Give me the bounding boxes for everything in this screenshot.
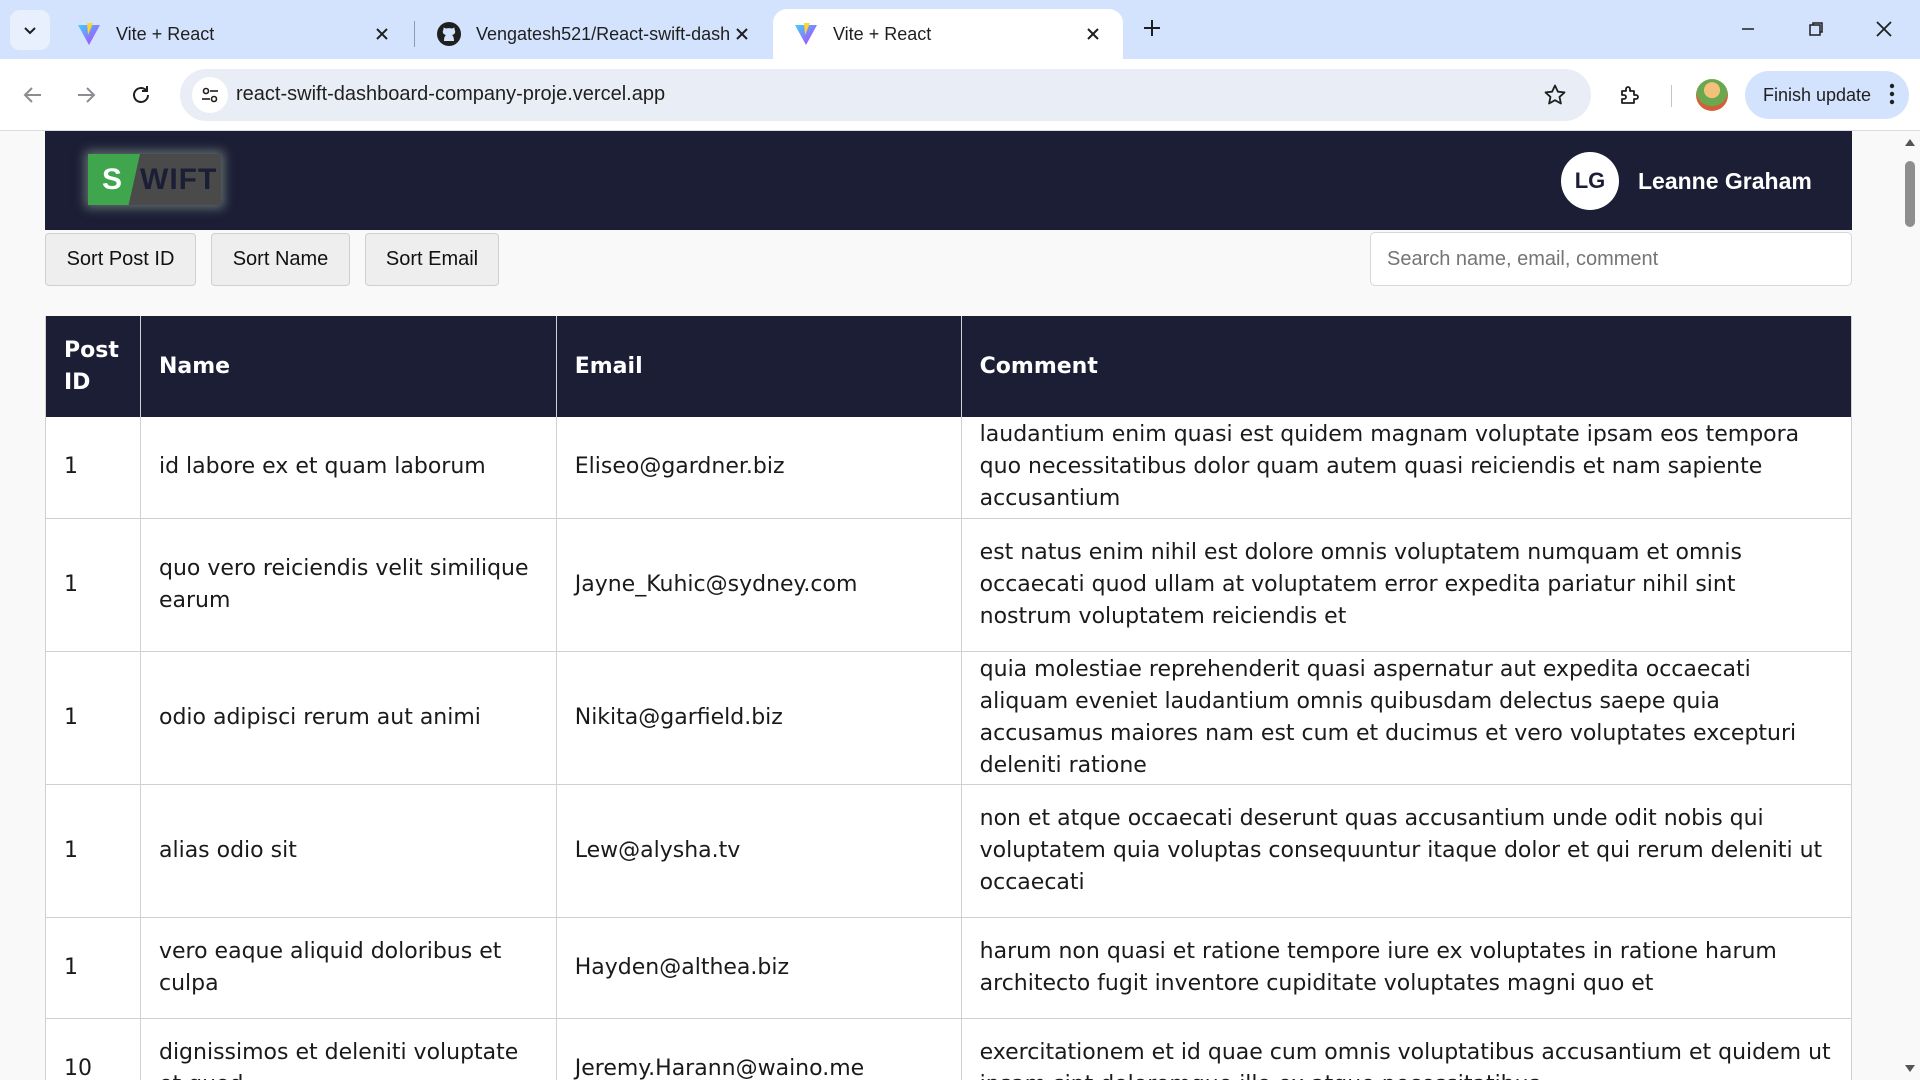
tab-title: Vite + React [116, 23, 215, 44]
cell-email: Jeremy.Harann@waino.me [556, 1018, 962, 1080]
close-icon [1876, 21, 1892, 37]
tab-divider [414, 21, 415, 47]
cell-comment: laudantium enim quasi est quidem magnam … [961, 417, 1853, 519]
cell-comment: est natus enim nihil est dolore omnis vo… [961, 518, 1853, 652]
user-name[interactable]: Leanne Graham [1638, 168, 1812, 195]
sort-name-button[interactable]: Sort Name [211, 233, 350, 286]
app-header: S WIFT LG Leanne Graham [45, 131, 1852, 230]
restore-button[interactable] [1786, 6, 1846, 52]
url-text: react-swift-dashboard-company-proje.verc… [236, 83, 666, 105]
browser-tab-strip: Vite + React Vengatesh521/React-swift-da… [0, 0, 1920, 59]
browser-tab-1[interactable]: Vite + React [56, 9, 412, 59]
github-icon [437, 22, 461, 46]
vite-icon [795, 23, 817, 45]
close-tab-icon[interactable] [370, 22, 394, 46]
table-row: 1 odio adipisci rerum aut animi Nikita@g… [45, 651, 1853, 785]
column-header-comment: Comment [961, 316, 1853, 417]
browser-tab-2[interactable]: Vengatesh521/React-swift-dashboard [416, 9, 772, 59]
cell-email: Lew@alysha.tv [556, 784, 962, 918]
toolbar-divider [1671, 85, 1672, 107]
column-header-post-id: Post ID [45, 316, 141, 417]
cell-comment: harum non quasi et ratione tempore iure … [961, 917, 1853, 1019]
scrollbar-thumb[interactable] [1905, 161, 1915, 227]
forward-button[interactable] [68, 77, 104, 113]
cell-email: Hayden@althea.biz [556, 917, 962, 1019]
tab-search-button[interactable] [10, 10, 50, 50]
close-tab-icon[interactable] [1081, 22, 1105, 46]
logo-letter-s: S [88, 154, 140, 205]
comments-table: Post ID Name Email Comment 1 id labore e… [45, 316, 1853, 1080]
restore-icon [1809, 22, 1823, 36]
user-avatar[interactable]: LG [1561, 152, 1619, 210]
cell-email: Eliseo@gardner.biz [556, 417, 962, 519]
site-info-button[interactable] [192, 77, 228, 113]
minimize-button[interactable] [1718, 6, 1778, 52]
page-scrollbar[interactable] [1900, 131, 1920, 1080]
cell-name: id labore ex et quam laborum [140, 417, 557, 519]
new-tab-button[interactable] [1136, 12, 1168, 44]
chevron-down-icon [24, 27, 36, 35]
table-row: 1 vero eaque aliquid doloribus et culpa … [45, 917, 1853, 1019]
search-input[interactable] [1370, 232, 1852, 286]
cell-comment: non et atque occaecati deserunt quas acc… [961, 784, 1853, 918]
cell-post-id: 1 [45, 417, 141, 519]
bookmark-button[interactable] [1541, 81, 1569, 109]
extensions-button[interactable] [1612, 77, 1648, 113]
sort-email-button[interactable]: Sort Email [365, 233, 499, 286]
profile-avatar[interactable] [1696, 79, 1728, 111]
arrow-right-icon [78, 87, 96, 103]
cell-post-id: 1 [45, 651, 141, 785]
cell-email: Jayne_Kuhic@sydney.com [556, 518, 962, 652]
tab-title: Vengatesh521/React-swift-dashboard [476, 23, 730, 44]
reload-icon [133, 86, 149, 103]
cell-comment: exercitationem et id quae cum omnis volu… [961, 1018, 1853, 1080]
close-tab-icon[interactable] [730, 22, 754, 46]
scroll-down-arrow-icon[interactable] [1904, 1064, 1916, 1074]
plus-icon [1144, 20, 1160, 36]
cell-email: Nikita@garfield.biz [556, 651, 962, 785]
table-header-row: Post ID Name Email Comment [45, 316, 1853, 417]
swift-logo[interactable]: S WIFT [88, 154, 221, 205]
column-header-email: Email [556, 316, 962, 417]
table-row: 1 quo vero reiciendis velit similique ea… [45, 518, 1853, 652]
cell-comment: quia molestiae reprehenderit quasi asper… [961, 651, 1853, 785]
page-viewport: S WIFT LG Leanne Graham Sort Post ID Sor… [0, 131, 1900, 1080]
cell-name: alias odio sit [140, 784, 557, 918]
column-header-name: Name [140, 316, 557, 417]
minimize-icon [1742, 28, 1754, 30]
finish-update-label: Finish update [1763, 84, 1872, 105]
more-options-icon [1889, 83, 1895, 105]
logo-text: WIFT [140, 163, 218, 196]
cell-name: vero eaque aliquid doloribus et culpa [140, 917, 557, 1019]
sort-post-id-button[interactable]: Sort Post ID [45, 233, 196, 286]
finish-update-button[interactable]: Finish update [1745, 71, 1909, 119]
tab-title: Vite + React [833, 23, 932, 44]
cell-post-id: 10 [45, 1018, 141, 1080]
address-bar[interactable]: react-swift-dashboard-company-proje.verc… [180, 69, 1591, 121]
browser-toolbar: react-swift-dashboard-company-proje.verc… [0, 59, 1920, 131]
tune-icon [202, 87, 218, 103]
close-window-button[interactable] [1854, 6, 1914, 52]
cell-post-id: 1 [45, 784, 141, 918]
cell-post-id: 1 [45, 917, 141, 1019]
back-button[interactable] [15, 77, 51, 113]
browser-tab-3-active[interactable]: Vite + React [773, 9, 1123, 59]
cell-post-id: 1 [45, 518, 141, 652]
cell-name: odio adipisci rerum aut animi [140, 651, 557, 785]
table-row: 1 id labore ex et quam laborum Eliseo@ga… [45, 417, 1853, 519]
table-row: 1 alias odio sit Lew@alysha.tv non et at… [45, 784, 1853, 918]
puzzle-icon [1621, 86, 1639, 104]
star-icon [1544, 84, 1566, 105]
arrow-left-icon [23, 87, 41, 103]
cell-name: dignissimos et deleniti voluptate et quo… [140, 1018, 557, 1080]
vite-icon [78, 23, 100, 45]
reload-button[interactable] [123, 77, 159, 113]
table-row: 10 dignissimos et deleniti voluptate et … [45, 1018, 1853, 1080]
cell-name: quo vero reiciendis velit similique earu… [140, 518, 557, 652]
scroll-up-arrow-icon[interactable] [1904, 137, 1916, 147]
